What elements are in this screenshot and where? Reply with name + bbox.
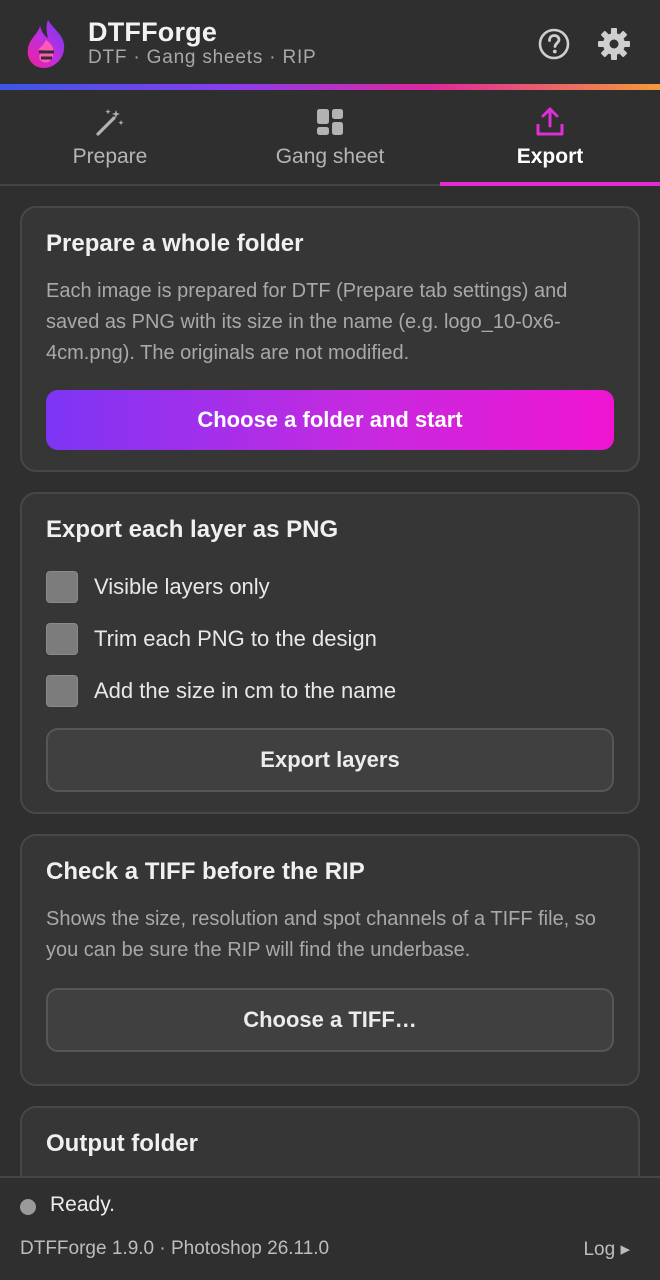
- tab-bar: Prepare Gang sheet Export: [0, 90, 660, 186]
- status-text: Ready.: [50, 1193, 115, 1216]
- export-layers-card: Export each layer as PNG Visible layers …: [20, 492, 640, 814]
- tab-export-label: Export: [516, 145, 584, 168]
- app-root: DTFForge DTF · Gang sheets · RIP Prepare…: [0, 0, 660, 1280]
- trim-png-label: Trim each PNG to the design: [94, 626, 377, 651]
- tab-prepare-label: Prepare: [72, 145, 148, 168]
- version-text: DTFForge 1.9.0 · Photoshop 26.11.0: [20, 1238, 330, 1259]
- prepare-folder-description: Each image is prepared for DTF (Prepare …: [46, 280, 568, 364]
- tab-export[interactable]: Export: [440, 90, 660, 186]
- export-layers-title: Export each layer as PNG: [46, 516, 339, 543]
- size-in-name-label: Add the size in cm to the name: [94, 678, 397, 703]
- magic-wand-icon: [96, 109, 124, 136]
- visible-layers-label: Visible layers only: [94, 574, 270, 599]
- tab-gang-sheet-label: Gang sheet: [275, 145, 385, 168]
- tab-prepare[interactable]: Prepare: [0, 90, 220, 184]
- app-subtitle: DTF · Gang sheets · RIP: [88, 47, 317, 68]
- option-trim-png[interactable]: Trim each PNG to the design: [46, 622, 377, 656]
- option-visible-layers[interactable]: Visible layers only: [46, 570, 270, 604]
- status-footer: Ready. DTFForge 1.9.0 · Photoshop 26.11.…: [0, 1176, 660, 1280]
- prepare-folder-title: Prepare a whole folder: [46, 230, 304, 257]
- gear-icon[interactable]: [596, 26, 632, 62]
- choose-tiff-button[interactable]: Choose a TIFF…: [46, 988, 614, 1052]
- option-size-in-name[interactable]: Add the size in cm to the name: [46, 674, 396, 708]
- flame-logo-icon: [27, 20, 65, 68]
- visible-layers-checkbox[interactable]: [46, 571, 78, 603]
- help-icon[interactable]: [536, 26, 572, 62]
- output-folder-title: Output folder: [46, 1130, 198, 1157]
- log-link[interactable]: Log ▸: [583, 1238, 630, 1261]
- check-tiff-description: Shows the size, resolution and spot chan…: [46, 908, 596, 961]
- grid-layout-icon: [317, 109, 343, 135]
- active-tab-indicator: [440, 182, 660, 186]
- app-header: DTFForge DTF · Gang sheets · RIP: [0, 0, 660, 84]
- status-indicator-icon: [20, 1199, 36, 1215]
- size-in-name-checkbox[interactable]: [46, 675, 78, 707]
- app-title: DTFForge: [88, 17, 218, 47]
- check-tiff-title: Check a TIFF before the RIP: [46, 858, 365, 885]
- upload-tray-icon: [536, 107, 564, 136]
- tab-gang-sheet[interactable]: Gang sheet: [220, 90, 440, 184]
- choose-folder-button[interactable]: Choose a folder and start: [46, 390, 614, 450]
- check-tiff-card: Check a TIFF before the RIP Shows the si…: [20, 834, 640, 1086]
- export-layers-button[interactable]: Export layers: [46, 728, 614, 792]
- trim-png-checkbox[interactable]: [46, 623, 78, 655]
- prepare-folder-card: Prepare a whole folder Each image is pre…: [20, 206, 640, 472]
